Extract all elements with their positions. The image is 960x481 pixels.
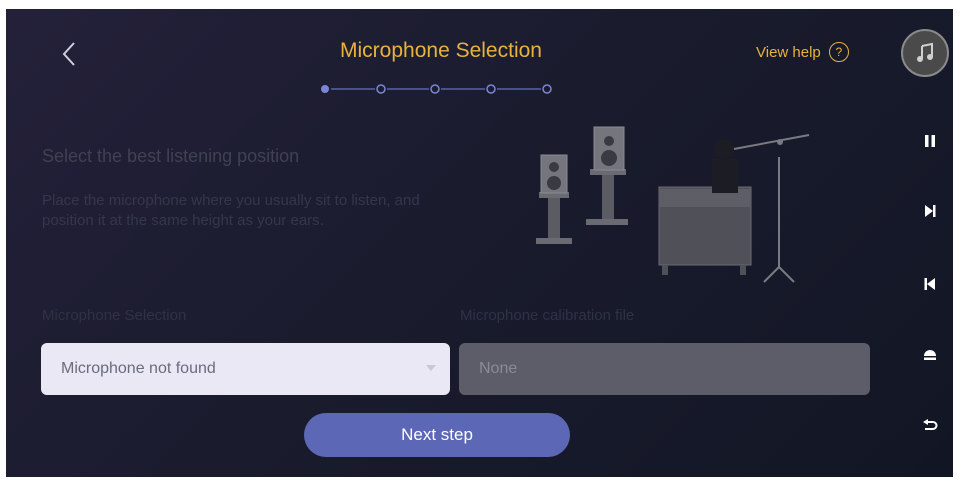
next-step-label: Next step [401,425,473,444]
skip-next-button[interactable] [916,197,944,225]
calibration-file-value: None [479,360,518,377]
app-screen: Microphone Selection View help ? Select … [6,9,953,477]
section-description: Place the microphone where you usually s… [42,192,420,229]
skip-previous-icon [924,278,935,290]
return-button[interactable] [916,412,944,440]
step-dot-5 [542,84,552,94]
view-help-label: View help [756,43,821,61]
microphone-select-value: Microphone not found [61,360,216,377]
help-circle-icon: ? [828,42,849,62]
pause-button[interactable] [916,127,944,155]
pause-icon [925,135,935,147]
section-heading: Select the best listening position [42,146,300,166]
dropdown-caret-icon [426,365,436,371]
step-dot-4 [486,84,496,94]
calibration-file-select[interactable]: None [459,343,870,395]
eject-icon [924,350,936,360]
music-note-icon [917,42,933,62]
view-help-link[interactable]: View help ? [756,41,849,63]
calibration-file-label: Microphone calibration file [460,307,635,324]
next-step-button[interactable]: Next step [304,413,570,457]
listening-position-illustration [536,126,810,283]
step-dot-2 [376,84,386,94]
return-icon [923,419,938,430]
step-dot-1 [321,85,329,93]
eject-button[interactable] [916,340,944,368]
microphone-selection-label: Microphone Selection [42,307,187,324]
skip-next-icon [925,205,936,217]
step-indicator [321,84,552,94]
music-player-avatar[interactable] [901,29,949,77]
skip-previous-button[interactable] [916,270,944,298]
step-dot-3 [430,84,440,94]
microphone-select[interactable]: Microphone not found [41,343,450,395]
page-title: Microphone Selection [340,39,542,62]
